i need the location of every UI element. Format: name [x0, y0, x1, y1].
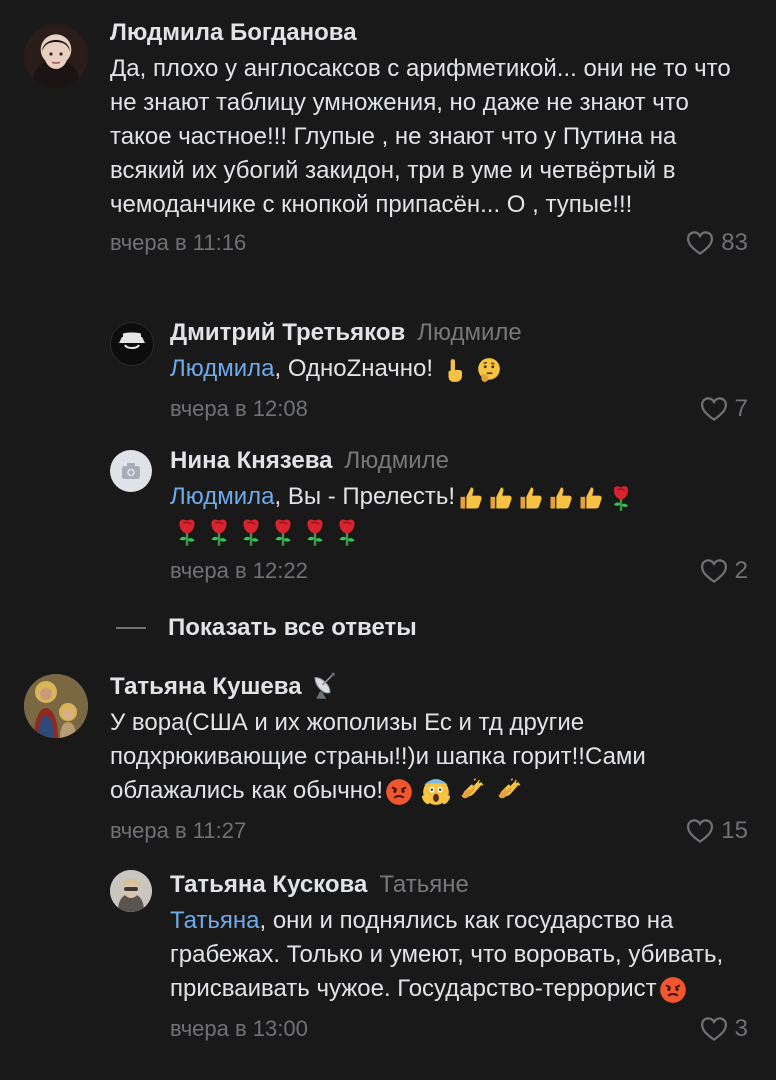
like-count: 15 — [721, 817, 748, 844]
pointing-up-icon — [442, 357, 468, 383]
timestamp[interactable]: вчера в 12:08 — [170, 396, 308, 421]
mention-link[interactable]: Людмила — [170, 355, 274, 382]
thumbs-up-icon — [517, 484, 545, 512]
scream-face-icon — [422, 778, 450, 806]
comment-item: Татьяна Кушева У вора(США и их жополизы … — [0, 660, 776, 850]
avatar-image — [24, 674, 88, 738]
rose-icon — [204, 517, 234, 547]
comment-body: , Вы - Прелесть! — [274, 483, 456, 510]
show-all-replies-button[interactable]: Показать все ответы — [116, 608, 516, 648]
like-button[interactable]: 83 — [685, 226, 748, 260]
clapping-hands-icon — [458, 778, 486, 806]
comment-meta: вчера в 12:22 2 — [170, 554, 748, 588]
thinking-face-icon — [476, 357, 502, 383]
thumbs-up-icon — [577, 484, 605, 512]
rose-icon — [332, 517, 362, 547]
avatar[interactable] — [24, 674, 88, 738]
rose-icon — [172, 517, 202, 547]
avatar[interactable] — [110, 870, 152, 912]
rose-icon — [607, 484, 635, 512]
author-name[interactable]: Нина Князева — [170, 447, 333, 474]
avatar[interactable] — [24, 24, 88, 88]
like-button[interactable]: 2 — [699, 554, 748, 588]
comment-header: Татьяна Кушева — [110, 670, 748, 702]
reply-to-label[interactable]: Людмиле — [345, 447, 449, 474]
timestamp[interactable]: вчера в 13:00 — [170, 1016, 308, 1041]
thumbs-up-icon — [457, 484, 485, 512]
comment-meta: вчера в 12:08 7 — [170, 392, 748, 426]
like-button[interactable]: 7 — [699, 392, 748, 426]
reply-item: Татьяна Кускова Татьяне Татьяна, они и по… — [0, 860, 776, 1080]
heart-icon — [685, 816, 715, 846]
mention-link[interactable]: Людмила — [170, 483, 274, 510]
timestamp[interactable]: вчера в 12:22 — [170, 558, 308, 583]
reply-to-label[interactable]: Татьяне — [379, 871, 469, 898]
avatar[interactable] — [110, 450, 152, 492]
comment-header: Дмитрий Третьяков Людмиле — [170, 318, 748, 348]
comment-body: , ОдноZначно! — [274, 355, 434, 382]
like-count: 7 — [734, 395, 748, 422]
heart-icon — [699, 1014, 729, 1044]
clapping-hands-icon — [495, 778, 523, 806]
comment-meta: вчера в 11:16 83 — [110, 226, 748, 260]
like-count: 2 — [734, 557, 748, 584]
avatar-image — [110, 870, 152, 912]
reply-item: Нина Князева Людмиле Людмила, Вы - Прелес… — [0, 440, 776, 590]
rose-icon — [236, 517, 266, 547]
like-button[interactable]: 15 — [685, 814, 748, 848]
avatar-image — [119, 332, 145, 349]
comment-meta: вчера в 13:00 3 — [170, 1012, 748, 1046]
heart-icon — [685, 228, 715, 258]
divider — [116, 627, 146, 629]
author-name[interactable]: Дмитрий Третьяков — [170, 319, 405, 346]
comment-body: У вора(США и их жополизы Ес и тд другие … — [110, 709, 646, 804]
heart-icon — [699, 394, 729, 424]
thumbs-up-icon — [547, 484, 575, 512]
comment-meta: вчера в 11:27 15 — [110, 814, 748, 848]
comment-header: Татьяна Кускова Татьяне — [170, 870, 748, 900]
thumbs-up-icon — [487, 484, 515, 512]
comment-header: Нина Князева Людмиле — [170, 446, 748, 476]
comment-text: Татьяна, они и поднялись как государство… — [170, 904, 748, 1006]
like-count: 83 — [721, 229, 748, 256]
comment-header: Людмила Богданова — [110, 18, 748, 48]
avatar[interactable] — [110, 322, 154, 366]
reply-to-label[interactable]: Людмиле — [417, 319, 521, 346]
author-name[interactable]: Людмила Богданова — [110, 19, 357, 46]
timestamp[interactable]: вчера в 11:27 — [110, 818, 246, 843]
comment-text: Да, плохо у англосаксов с арифметикой...… — [110, 55, 731, 218]
camera-icon — [122, 463, 140, 479]
like-button[interactable]: 3 — [699, 1012, 748, 1046]
reply-item: Дмитрий Третьяков Людмиле Людмила, ОдноZн… — [0, 310, 776, 430]
rose-icon — [300, 517, 330, 547]
like-count: 3 — [734, 1015, 748, 1042]
author-name[interactable]: Татьяна Кушева — [110, 673, 302, 700]
avatar-image — [32, 39, 80, 88]
satellite-dish-icon — [310, 670, 340, 700]
rose-icon — [268, 517, 298, 547]
angry-face-icon — [385, 778, 413, 806]
show-all-replies-label: Показать все ответы — [168, 614, 417, 641]
comment-text: У вора(США и их жополизы Ес и тд другие … — [110, 706, 748, 808]
heart-icon — [699, 556, 729, 586]
angry-face-icon — [659, 976, 687, 1004]
comment-text: Людмила, Вы - Прелесть! — [170, 480, 748, 548]
mention-link[interactable]: Татьяна — [170, 907, 260, 934]
timestamp[interactable]: вчера в 11:16 — [110, 230, 246, 255]
author-name[interactable]: Татьяна Кускова — [170, 871, 367, 898]
comment-item: Людмила Богданова Да, плохо у англосаксо… — [0, 0, 776, 300]
comment-text: Людмила, ОдноZначно! — [170, 352, 748, 386]
